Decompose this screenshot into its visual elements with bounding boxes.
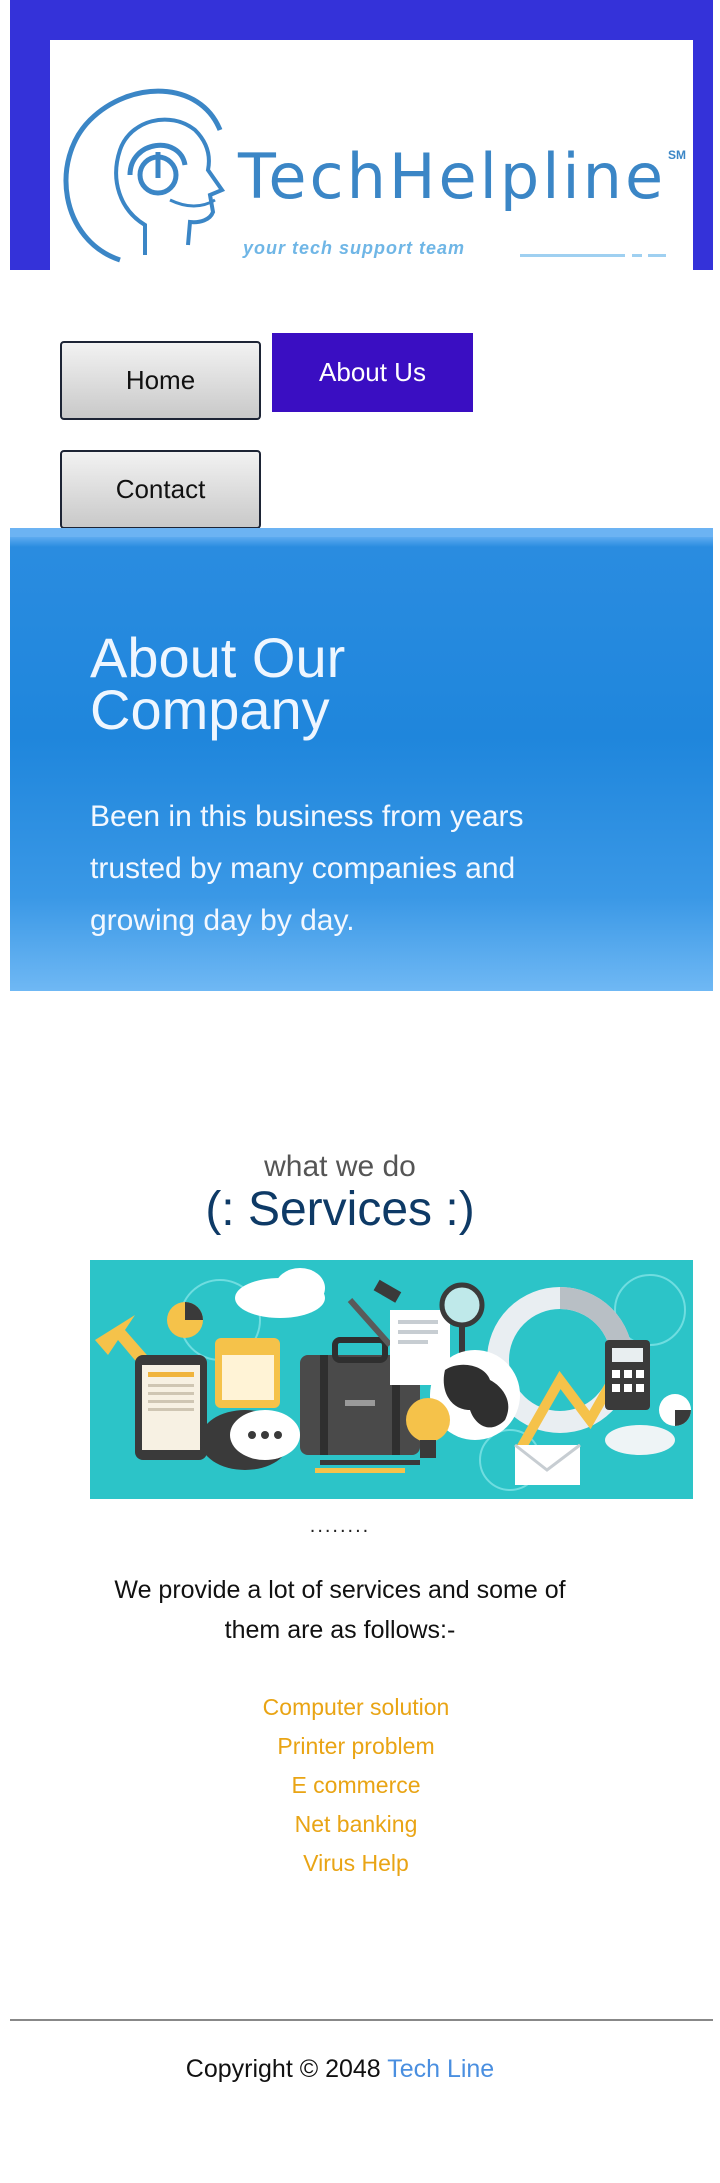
logo-service-mark: SM: [668, 148, 686, 162]
nav-about-button[interactable]: About Us: [272, 333, 473, 412]
footer-brand-link[interactable]: Tech Line: [387, 2055, 494, 2083]
about-hero: About Our Company Been in this business …: [10, 528, 713, 991]
hero-text: Been in this business from years trusted…: [90, 800, 524, 937]
footer-copyright: Copyright © 2048 Tech Line: [0, 2055, 680, 2084]
service-item-net-banking[interactable]: Net banking: [0, 1805, 712, 1844]
office-services-illustration: [90, 1260, 693, 1499]
services-title: (: Services :): [205, 1183, 475, 1236]
logo-tagline: your tech support team: [243, 238, 466, 258]
services-subtitle: what we do: [264, 1150, 416, 1183]
services-intro: We provide a lot of services and some of…: [114, 1576, 566, 1644]
tagline-rule-dash: [632, 254, 642, 257]
logo-wordmark: TechHelpline: [238, 140, 667, 213]
nav-contact-button[interactable]: Contact: [60, 450, 261, 529]
service-item-computer-solution[interactable]: Computer solution: [0, 1688, 712, 1727]
tagline-rule: [520, 254, 625, 257]
dots-separator: ........: [309, 1515, 371, 1537]
service-item-virus-help[interactable]: Virus Help: [0, 1844, 712, 1883]
logo[interactable]: TechHelpline SM your tech support team: [50, 40, 693, 270]
service-item-e-commerce[interactable]: E commerce: [0, 1766, 712, 1805]
copyright-text: Copyright © 2048: [185, 2055, 381, 2083]
footer-divider: [10, 2019, 713, 2021]
tagline-rule-dash: [648, 254, 666, 257]
service-item-printer-problem[interactable]: Printer problem: [0, 1727, 712, 1766]
hero-title: About Our Company: [90, 626, 346, 741]
services-list: Computer solution Printer problem E comm…: [0, 1688, 712, 1883]
services-illustration-art: [95, 1268, 691, 1491]
nav-home-button[interactable]: Home: [60, 341, 261, 420]
